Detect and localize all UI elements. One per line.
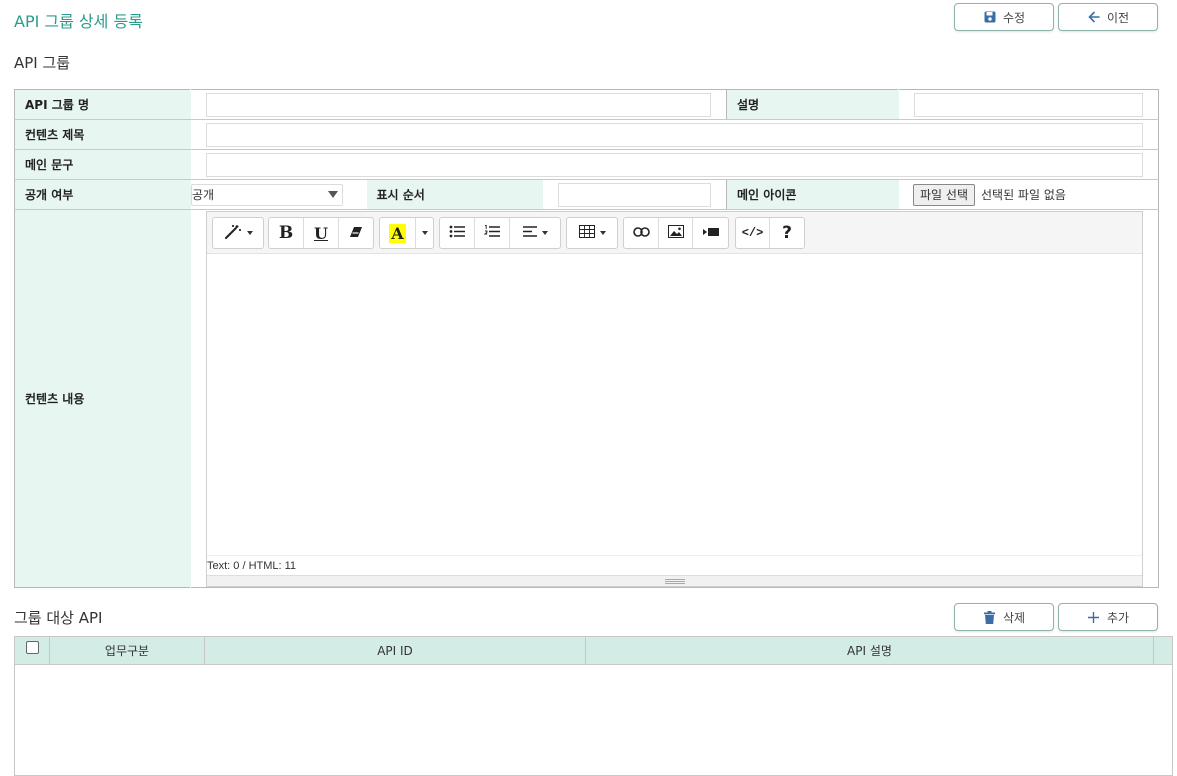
table-button[interactable] — [567, 218, 617, 248]
description-cell — [898, 89, 1159, 120]
font-style-group: B U — [268, 217, 374, 249]
edit-button[interactable]: 수정 — [954, 3, 1054, 31]
public-label: 공개 여부 — [14, 179, 191, 210]
clear-format-button[interactable] — [339, 218, 373, 248]
group-name-label: API 그룹 명 — [14, 89, 191, 120]
delete-button[interactable]: 삭제 — [954, 603, 1054, 631]
section-title-api-group: API 그룹 — [14, 54, 71, 72]
text-color-icon: A — [389, 223, 406, 243]
bold-icon: B — [278, 223, 294, 243]
bold-button[interactable]: B — [269, 218, 304, 248]
content-title-label: 컨텐츠 제목 — [14, 119, 191, 150]
main-text-input[interactable] — [206, 152, 1144, 177]
ordered-list-icon — [483, 225, 500, 241]
help-button[interactable]: ? — [770, 218, 804, 248]
content-editor-cell: B U A </> ? Text: 0 / HTML: 11 — [190, 209, 1159, 588]
paragraph-group — [439, 217, 561, 249]
unordered-list-icon — [449, 225, 465, 241]
file-status: 선택된 파일 없음 — [981, 188, 1066, 202]
misc-group: </> ? — [735, 217, 805, 249]
edit-button-label: 수정 — [1002, 10, 1026, 25]
grid-col-api-id[interactable]: API ID — [205, 637, 586, 664]
public-cell: 공개 — [190, 179, 367, 210]
ordered-list-button[interactable] — [475, 218, 510, 248]
description-label: 설명 — [726, 89, 900, 120]
caret-down-icon — [541, 231, 548, 235]
caret-down-icon — [599, 231, 606, 235]
underline-icon: U — [314, 223, 328, 243]
align-icon — [522, 226, 537, 240]
insert-group — [623, 217, 729, 249]
video-button[interactable] — [693, 218, 728, 248]
main-text-label: 메인 문구 — [14, 149, 191, 180]
editor-status: Text: 0 / HTML: 11 — [207, 555, 1143, 575]
editor-resize-handle[interactable] — [207, 575, 1143, 586]
group-name-input[interactable] — [206, 92, 712, 117]
style-button[interactable] — [213, 218, 263, 248]
group-name-cell — [190, 89, 728, 120]
back-button[interactable]: 이전 — [1058, 3, 1158, 31]
grid-col-filler — [1154, 637, 1172, 664]
target-api-grid: 업무구분 API ID API 설명 — [14, 636, 1173, 776]
table-icon — [578, 225, 595, 241]
caret-down-icon — [246, 231, 253, 235]
color-dropdown-button[interactable] — [416, 218, 433, 248]
editor-content-area[interactable] — [207, 255, 1142, 555]
arrow-left-icon — [1087, 10, 1101, 24]
code-view-icon: </> — [741, 226, 764, 240]
save-icon — [983, 10, 997, 24]
main-text-cell — [190, 149, 1159, 180]
rich-text-editor: B U A </> ? Text: 0 / HTML: 11 — [206, 211, 1144, 587]
plus-icon — [1087, 610, 1101, 624]
code-view-button[interactable]: </> — [736, 218, 770, 248]
underline-button[interactable]: U — [304, 218, 339, 248]
grid-body — [15, 665, 1172, 775]
main-icon-label: 메인 아이콘 — [726, 179, 900, 210]
display-order-label: 표시 순서 — [366, 179, 543, 210]
unordered-list-button[interactable] — [440, 218, 475, 248]
link-icon — [632, 226, 650, 240]
editor-toolbar: B U A </> ? — [207, 212, 1143, 254]
style-group — [212, 217, 264, 249]
content-title-input[interactable] — [206, 122, 1144, 147]
image-button[interactable] — [659, 218, 693, 248]
trash-icon — [983, 610, 997, 624]
content-label: 컨텐츠 내용 — [14, 209, 191, 588]
grid-header: 업무구분 API ID API 설명 — [15, 637, 1172, 665]
grid-col-business[interactable]: 업무구분 — [50, 637, 205, 664]
display-order-cell — [542, 179, 728, 210]
table-group — [566, 217, 618, 249]
image-icon — [667, 225, 684, 241]
eraser-icon — [349, 226, 363, 241]
text-color-button[interactable]: A — [380, 218, 416, 248]
magic-icon — [224, 224, 242, 243]
color-group: A — [379, 217, 434, 249]
back-button-label: 이전 — [1106, 10, 1130, 25]
caret-down-icon — [421, 231, 428, 235]
align-button[interactable] — [510, 218, 560, 248]
help-icon: ? — [782, 223, 792, 243]
add-button-label: 추가 — [1106, 610, 1130, 625]
link-button[interactable] — [624, 218, 659, 248]
grip-icon — [664, 578, 685, 584]
public-select-value: 공개 — [192, 188, 215, 202]
select-all-checkbox[interactable] — [25, 641, 39, 654]
grid-col-api-desc[interactable]: API 설명 — [586, 637, 1154, 664]
content-title-cell — [190, 119, 1159, 150]
main-icon-cell: 파일 선택 선택된 파일 없음 — [898, 179, 1159, 210]
description-input[interactable] — [914, 92, 1144, 117]
display-order-input[interactable] — [558, 182, 712, 207]
section-title-target-api: 그룹 대상 API — [14, 609, 103, 627]
add-button[interactable]: 추가 — [1058, 603, 1158, 631]
grid-header-select-all — [15, 637, 50, 664]
video-icon — [702, 226, 719, 240]
page-title: API 그룹 상세 등록 — [14, 12, 143, 31]
api-group-form: API 그룹 명 설명 컨텐츠 제목 메인 문구 공개 여부 공개 표시 순서 — [14, 89, 1160, 588]
file-select-button[interactable]: 파일 선택 — [913, 183, 975, 206]
delete-button-label: 삭제 — [1002, 610, 1026, 625]
public-select[interactable]: 공개 — [191, 183, 343, 206]
caret-down-icon — [328, 191, 338, 198]
